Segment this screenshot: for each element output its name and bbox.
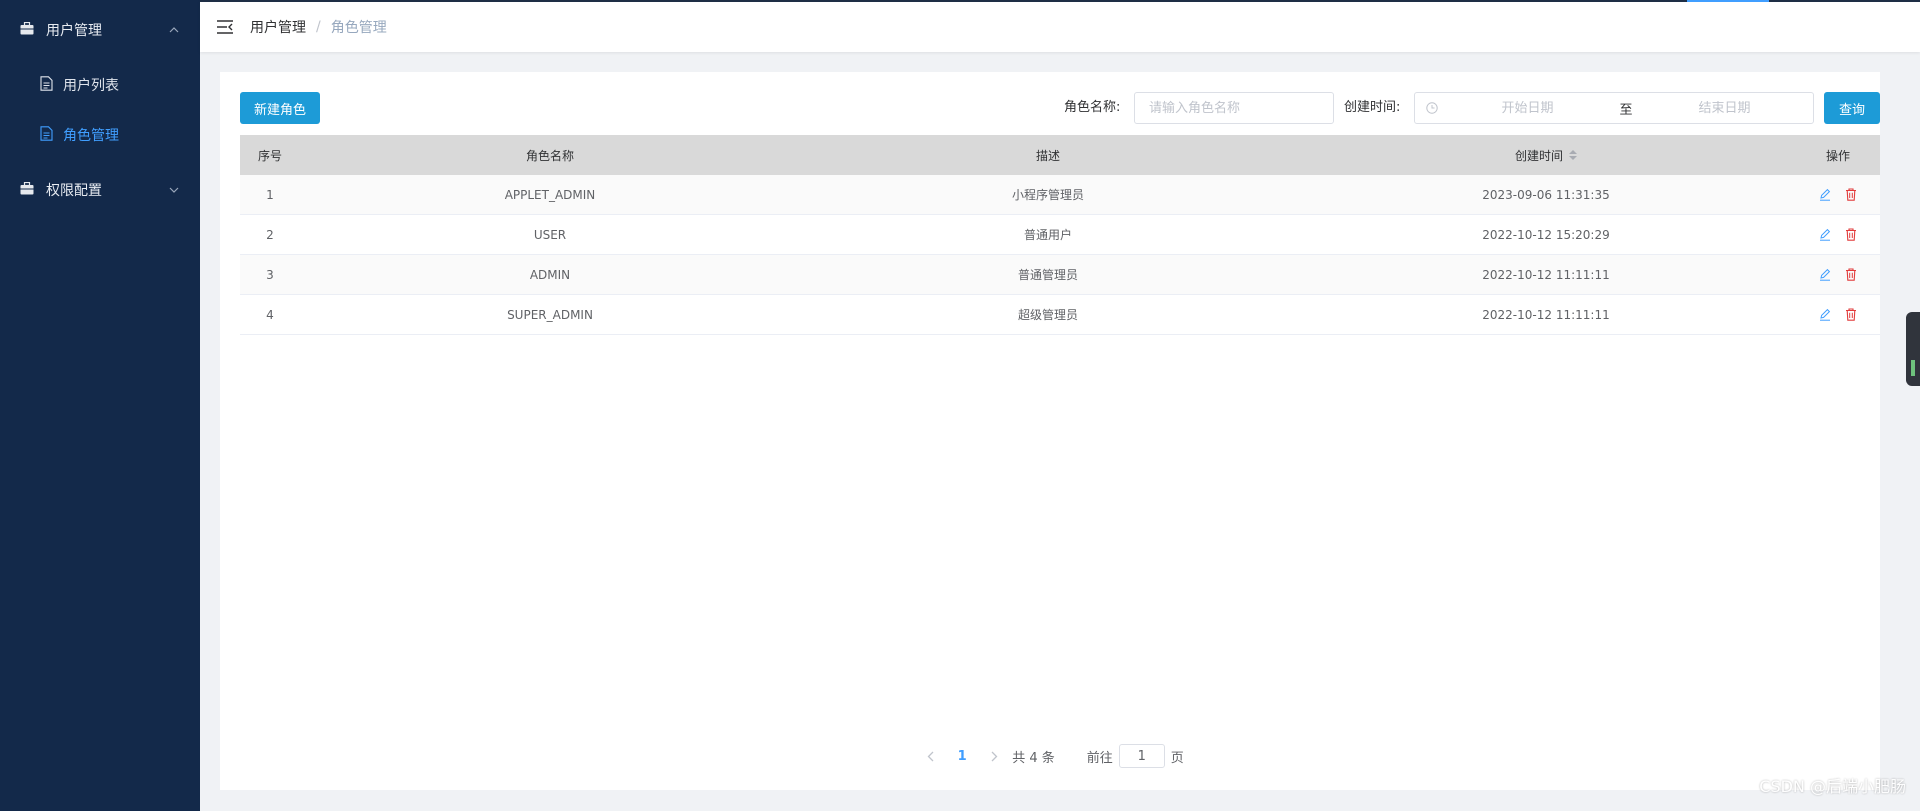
menu-fold-icon[interactable] (216, 18, 234, 36)
sidebar-item-user-list[interactable]: 用户列表 (0, 60, 200, 110)
cell-create-time: 2023-09-06 11:31:35 (1482, 187, 1610, 202)
column-header-description: 描述 (1035, 148, 1060, 163)
briefcase-icon (20, 21, 34, 39)
tab-indicator (1687, 0, 1769, 2)
cell-actions (1796, 268, 1880, 282)
column-header-index: 序号 (257, 148, 282, 163)
role-name-label: 角色名称: (1064, 100, 1121, 115)
table-row: 2 USER 普通用户 2022-10-12 15:20:29 (240, 215, 1880, 255)
top-bar: 用户管理 / 角色管理 (200, 0, 1920, 52)
cell-actions (1796, 308, 1880, 322)
column-header-label: 创建时间 (1514, 148, 1563, 163)
menu-group-label: 权限配置 (46, 183, 102, 199)
cell-description: 普通用户 (1023, 228, 1072, 242)
search-button[interactable]: 查询 (1824, 92, 1880, 124)
table-row: 1 APPLET_ADMIN 小程序管理员 2023-09-06 11:31:3… (240, 175, 1880, 215)
cell-description: 超级管理员 (1017, 308, 1078, 322)
create-time-label: 创建时间: (1344, 100, 1401, 115)
content-card: 新建角色 角色名称: 创建时间: 至 查询 序号 角色名称 描述 创建时间 操作… (220, 72, 1880, 790)
trash-icon[interactable] (1844, 228, 1858, 242)
role-name-input[interactable] (1134, 92, 1334, 124)
table-header: 序号 角色名称 描述 创建时间 操作 (240, 135, 1880, 175)
menu-group-label: 用户管理 (46, 23, 102, 39)
goto-prefix: 前往 (1086, 750, 1113, 766)
briefcase-icon (20, 181, 34, 199)
trash-icon[interactable] (1844, 268, 1858, 282)
breadcrumb-item-user-management[interactable]: 用户管理 (250, 17, 306, 37)
cell-description: 普通管理员 (1017, 268, 1078, 282)
chevron-left-icon[interactable] (916, 742, 944, 770)
goto-page-input[interactable] (1118, 744, 1165, 768)
sidebar-item-role-management[interactable]: 角色管理 (0, 110, 200, 160)
cell-index: 4 (266, 307, 274, 322)
column-header-actions: 操作 (1825, 148, 1850, 163)
trash-icon[interactable] (1844, 188, 1858, 202)
table-row: 4 SUPER_ADMIN 超级管理员 2022-10-12 11:11:11 (240, 295, 1880, 335)
page-number[interactable]: 1 (944, 749, 980, 764)
total-count: 共 4 条 (1012, 750, 1055, 766)
floating-side-widget[interactable] (1906, 312, 1920, 386)
end-date-input[interactable] (1636, 100, 1813, 116)
cell-role-name: ADMIN (529, 267, 571, 282)
cell-actions (1796, 228, 1880, 242)
breadcrumb-separator: / (316, 19, 321, 35)
cell-role-name: USER (533, 227, 567, 242)
column-header-role-name: 角色名称 (525, 148, 574, 163)
cell-create-time: 2022-10-12 11:11:11 (1482, 307, 1610, 322)
edit-icon[interactable] (1818, 228, 1832, 242)
watermark: CSDN @后端小肥肠 (1759, 777, 1906, 796)
role-table: 序号 角色名称 描述 创建时间 操作 1 APPLET_ADMIN 小程序管理员… (240, 135, 1880, 335)
cell-actions (1796, 188, 1880, 202)
page-jumper: 前往 页 (1087, 744, 1184, 768)
goto-suffix: 页 (1170, 750, 1184, 766)
sidebar-item-label: 角色管理 (63, 128, 119, 144)
cell-role-name: SUPER_ADMIN (507, 307, 593, 322)
cell-create-time: 2022-10-12 11:11:11 (1482, 267, 1610, 282)
chevron-up-icon (168, 24, 180, 36)
column-header-create-time[interactable]: 创建时间 (1296, 147, 1796, 164)
chevron-right-icon[interactable] (980, 742, 1008, 770)
edit-icon[interactable] (1818, 188, 1832, 202)
menu-group-permission-config[interactable]: 权限配置 (0, 160, 200, 220)
menu-group-user-management[interactable]: 用户管理 (0, 0, 200, 60)
breadcrumb-item-role-management: 角色管理 (330, 20, 387, 36)
date-range-picker[interactable]: 至 (1414, 92, 1814, 124)
chevron-down-icon (168, 184, 180, 196)
breadcrumb: 用户管理 / 角色管理 (250, 17, 387, 37)
document-icon (40, 125, 53, 145)
pagination: 1 共 4 条 前往 页 (220, 742, 1880, 770)
cell-index: 3 (266, 267, 274, 282)
cell-index: 2 (266, 227, 274, 242)
cell-role-name: APPLET_ADMIN (504, 187, 596, 202)
cell-index: 1 (266, 187, 274, 202)
sort-icon[interactable] (1569, 150, 1577, 160)
cell-create-time: 2022-10-12 15:20:29 (1482, 227, 1610, 242)
range-separator: 至 (1619, 102, 1633, 118)
sidebar-item-label: 用户列表 (63, 78, 119, 94)
clock-icon (1425, 101, 1439, 115)
new-role-button[interactable]: 新建角色 (240, 92, 320, 124)
edit-icon[interactable] (1818, 308, 1832, 322)
table-row: 3 ADMIN 普通管理员 2022-10-12 11:11:11 (240, 255, 1880, 295)
sidebar: 用户管理 用户列表 角色管理 权限配置 (0, 0, 200, 811)
cell-description: 小程序管理员 (1011, 188, 1084, 202)
start-date-input[interactable] (1439, 100, 1616, 116)
trash-icon[interactable] (1844, 308, 1858, 322)
edit-icon[interactable] (1818, 268, 1832, 282)
document-icon (40, 75, 53, 95)
